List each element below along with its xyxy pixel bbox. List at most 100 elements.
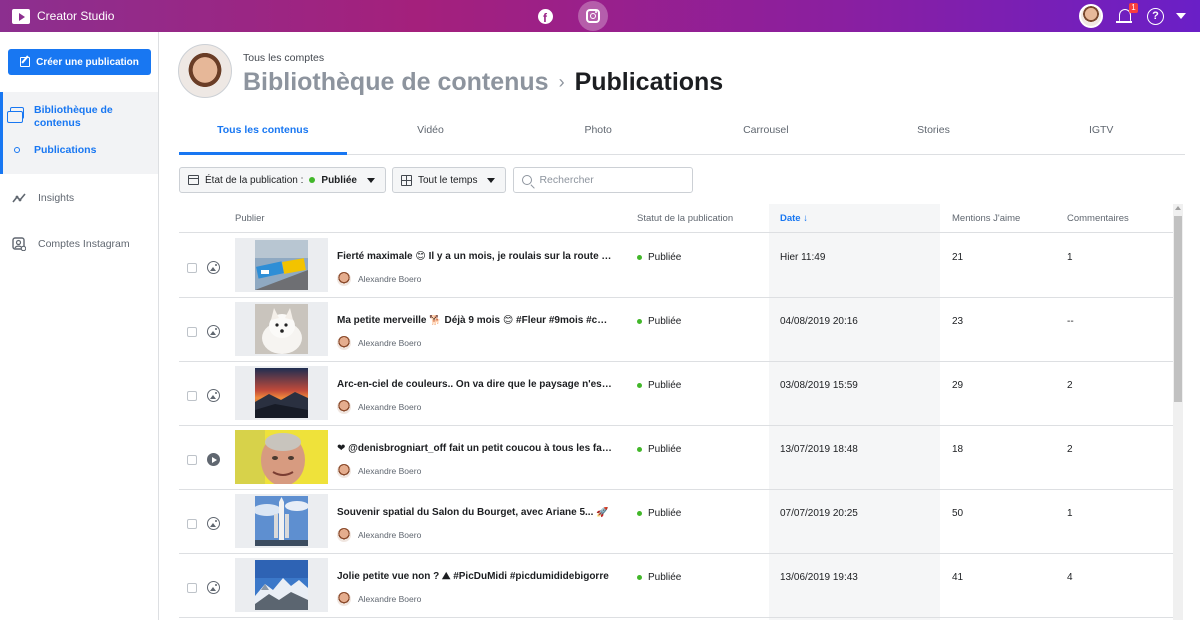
sidebar-item-label: Insights: [38, 192, 75, 204]
facebook-icon: f: [537, 8, 553, 24]
app-title: Creator Studio: [37, 9, 115, 23]
post-status-label: Publiée: [648, 444, 682, 455]
account-selector[interactable]: Tous les comptes: [243, 52, 324, 64]
top-bar: Creator Studio f 1 ?: [0, 0, 1200, 32]
post-comments: 4: [1067, 572, 1073, 583]
tab-stories[interactable]: Stories: [850, 114, 1018, 154]
photo-type-icon: [207, 325, 220, 338]
tab-igtv[interactable]: IGTV: [1017, 114, 1185, 154]
status-filter-dropdown[interactable]: État de la publication : Publiée: [179, 167, 386, 193]
tab-photo[interactable]: Photo: [514, 114, 682, 154]
post-title[interactable]: Fierté maximale 😊 Il y a un mois, je rou…: [337, 251, 612, 262]
column-header-comments[interactable]: Commentaires: [1067, 213, 1129, 224]
platform-switcher: f: [530, 0, 608, 32]
row-checkbox[interactable]: [187, 519, 197, 529]
sidebar-item-insights[interactable]: Insights: [12, 192, 74, 204]
post-date: 13/06/2019 19:43: [780, 572, 858, 583]
platform-facebook[interactable]: f: [530, 1, 560, 31]
post-title[interactable]: ❤ @denisbrogniart_off fait un petit couc…: [337, 443, 612, 454]
chevron-down-icon[interactable]: [1176, 13, 1186, 19]
author-name: Alexandre Boero: [358, 594, 422, 604]
status-filter-label: État de la publication :: [205, 174, 304, 186]
row-checkbox[interactable]: [187, 583, 197, 593]
search-box: [513, 167, 694, 193]
account-avatar[interactable]: [178, 44, 232, 98]
post-thumbnail[interactable]: [235, 366, 328, 420]
author-avatar: [337, 400, 351, 414]
author-name: Alexandre Boero: [358, 530, 422, 540]
insights-icon: [12, 192, 26, 204]
caret-down-icon: [487, 177, 496, 183]
sidebar-item-publications[interactable]: Publications: [14, 144, 96, 156]
post-title[interactable]: Arc-en-ciel de couleurs.. On va dire que…: [337, 379, 612, 390]
table-row[interactable]: ❤ @denisbrogniart_off fait un petit couc…: [179, 426, 1174, 490]
published-status-dot: [637, 319, 642, 324]
brand[interactable]: Creator Studio: [12, 8, 115, 24]
notifications-button[interactable]: 1: [1115, 3, 1138, 26]
post-title[interactable]: Ma petite merveille 🐕 Déjà 9 mois 😊 #Fle…: [337, 315, 612, 326]
post-thumbnail[interactable]: [235, 558, 328, 612]
column-header-likes[interactable]: Mentions J'aime: [952, 213, 1020, 224]
post-thumbnail[interactable]: [235, 238, 328, 292]
tab-video[interactable]: Vidéo: [347, 114, 515, 154]
table-row[interactable]: Ma petite merveille 🐕 Déjà 9 mois 😊 #Fle…: [179, 298, 1174, 362]
table-row[interactable]: Jolie petite vue non ? ⛰ #PicDuMidi #pic…: [179, 554, 1174, 618]
breadcrumb-library[interactable]: Bibliothèque de contenus: [243, 68, 549, 97]
author-avatar: [337, 272, 351, 286]
column-header-publish[interactable]: Publier: [235, 213, 265, 224]
post-thumbnail[interactable]: [235, 494, 328, 548]
post-comments: 2: [1067, 380, 1073, 391]
help-icon[interactable]: ?: [1147, 7, 1164, 25]
post-status-label: Publiée: [648, 380, 682, 391]
sidebar-item-instagram-accounts[interactable]: Comptes Instagram: [12, 237, 130, 251]
main-content: Tous les comptes Bibliothèque de contenu…: [160, 32, 1200, 620]
create-post-button[interactable]: Créer une publication: [8, 49, 151, 75]
breadcrumb: Bibliothèque de contenus › Publications: [243, 68, 723, 97]
creator-studio-logo-icon: [12, 8, 30, 24]
platform-instagram[interactable]: [578, 1, 608, 31]
sidebar-item-library[interactable]: Bibliothèque de contenus: [7, 104, 134, 130]
page-title: Publications: [574, 68, 724, 96]
post-thumbnail[interactable]: [235, 430, 328, 484]
search-input[interactable]: [539, 174, 680, 186]
table-row[interactable]: Fierté maximale 😊 Il y a un mois, je rou…: [179, 234, 1174, 298]
table-row[interactable]: Souvenir spatial du Salon du Bourget, av…: [179, 490, 1174, 554]
author-avatar: [337, 464, 351, 478]
post-likes: 21: [952, 252, 964, 263]
post-title[interactable]: Souvenir spatial du Salon du Bourget, av…: [337, 507, 612, 518]
post-comments: --: [1067, 316, 1074, 327]
scrollbar-thumb[interactable]: [1174, 216, 1182, 402]
tab-carousel[interactable]: Carrousel: [682, 114, 850, 154]
post-likes: 18: [952, 444, 964, 455]
breadcrumb-separator: ›: [558, 72, 565, 92]
column-header-status[interactable]: Statut de la publication: [637, 213, 733, 224]
notifications-badge: 1: [1129, 3, 1138, 13]
column-header-date[interactable]: Date ↓: [780, 213, 808, 224]
photo-type-icon: [207, 389, 220, 402]
post-status: Publiée: [637, 316, 681, 327]
table-row[interactable]: Arc-en-ciel de couleurs.. On va dire que…: [179, 362, 1174, 426]
post-likes: 23: [952, 316, 964, 327]
user-avatar[interactable]: [1079, 4, 1103, 28]
published-status-dot: [637, 511, 642, 516]
row-checkbox[interactable]: [187, 391, 197, 401]
dot-icon: [14, 147, 20, 153]
time-filter-dropdown[interactable]: Tout le temps: [391, 167, 507, 193]
post-status-label: Publiée: [648, 252, 682, 263]
tab-all-content[interactable]: Tous les contenus: [179, 114, 347, 155]
row-checkbox[interactable]: [187, 327, 197, 337]
post-author: Alexandre Boero: [337, 528, 421, 542]
post-status: Publiée: [637, 380, 681, 391]
post-likes: 50: [952, 508, 964, 519]
table-scrollbar[interactable]: [1173, 204, 1183, 620]
post-date: 03/08/2019 15:59: [780, 380, 858, 391]
library-icon: [7, 107, 24, 123]
row-checkbox[interactable]: [187, 455, 197, 465]
post-status-label: Publiée: [648, 316, 682, 327]
author-name: Alexandre Boero: [358, 338, 422, 348]
row-checkbox[interactable]: [187, 263, 197, 273]
post-author: Alexandre Boero: [337, 400, 421, 414]
video-type-icon: [207, 453, 220, 466]
post-thumbnail[interactable]: [235, 302, 328, 356]
post-title[interactable]: Jolie petite vue non ? ⛰ #PicDuMidi #pic…: [337, 571, 612, 582]
